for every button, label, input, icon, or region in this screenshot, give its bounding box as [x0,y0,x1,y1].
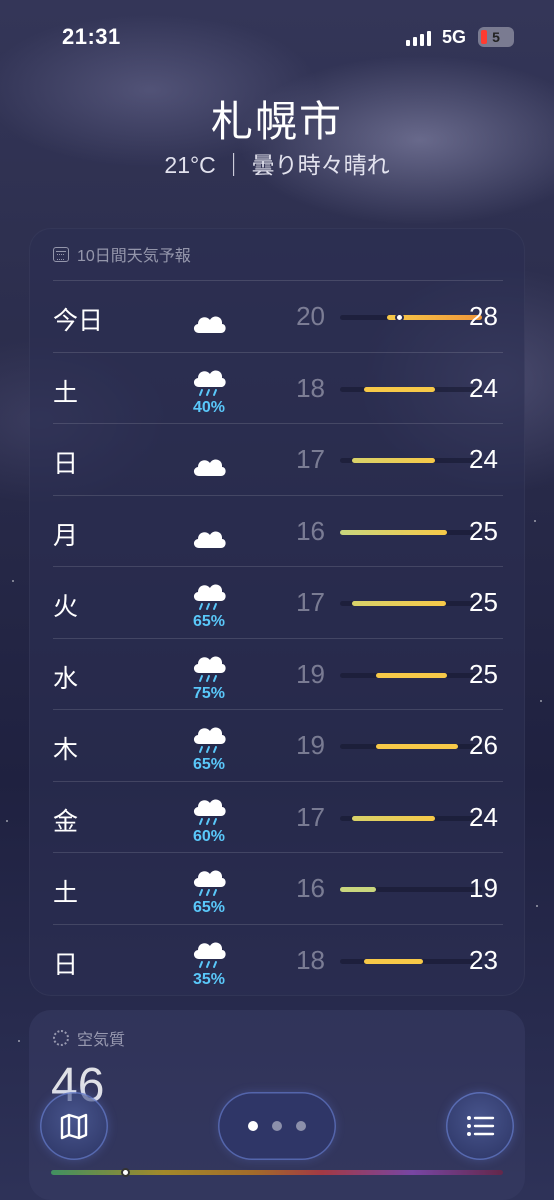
temp-range-track [340,672,482,678]
temp-range-track [340,386,482,392]
temp-range-bar [363,958,423,964]
forecast-row[interactable]: 土 65% 16 19 [53,852,503,924]
air-quality-indicator [121,1168,130,1177]
precip-chance: 35% [192,970,226,988]
battery-icon: 5 [478,27,514,47]
forecast-row[interactable]: 木 65% 19 26 [53,709,503,781]
cellular-signal-icon [406,30,431,46]
temp-range-bar [351,815,435,821]
forecast-day: 土 [53,378,79,407]
precip-chance: 40% [192,398,226,416]
air-quality-header: 空気質 [53,1026,125,1050]
high-temp: 28 [469,301,498,331]
forecast-row[interactable]: 水 75% 19 25 [53,637,503,710]
current-temp-indicator [395,313,405,322]
temp-range-bar [340,887,376,892]
air-quality-icon [53,1030,69,1046]
forecast-row[interactable]: 火 65% 17 25 [53,566,503,638]
forecast-row[interactable]: 金 60% 17 24 [53,780,503,853]
forecast-day: 火 [53,593,79,621]
temp-range-track [340,887,482,892]
location-list-button[interactable] [446,1092,514,1160]
map-button[interactable] [40,1092,108,1160]
calendar-icon [53,246,69,262]
high-temp: 23 [469,944,498,975]
low-temp: 20 [296,301,325,331]
low-temp: 18 [296,372,325,403]
precip-chance: 60% [192,827,226,845]
temp-range-track [340,529,482,535]
temp-range-track [340,458,482,463]
high-temp: 26 [469,730,498,760]
air-quality-scale [51,1170,503,1175]
city-name: 札幌市 [210,98,343,145]
forecast-day: 水 [53,664,79,693]
page-indicator[interactable] [218,1092,336,1160]
forecast-day: 土 [53,879,79,907]
temp-range-bar [351,601,447,606]
map-icon [60,1113,88,1140]
high-temp: 19 [469,873,498,903]
temp-range-track [340,815,482,821]
forecast-day: 月 [53,521,79,550]
ten-day-forecast-card[interactable]: 10日間天気予報 今日 20 28 土 40% 18 24 日 17 24 月 16 25 火 65% 17 2… [29,228,525,996]
precip-chance: 65% [192,756,226,773]
temp-range-bar [375,744,459,749]
cloud-icon [189,518,229,566]
temp-range-track [340,744,482,749]
high-temp: 25 [469,658,498,689]
low-temp: 17 [296,587,325,617]
temp-range-bar [340,529,447,535]
temp-range-track [340,313,482,322]
battery-level: 5 [492,29,500,45]
current-summary: 21°C ｜ 曇り時々晴れ [164,152,390,178]
precip-chance: 75% [192,684,226,702]
forecast-day: 今日 [53,307,104,335]
forecast-day: 日 [53,450,79,478]
cloud-icon [189,446,229,494]
high-temp: 25 [469,515,498,546]
high-temp: 24 [469,801,498,832]
forecast-day: 木 [53,736,79,764]
forecast-row[interactable]: 土 40% 18 24 [53,351,503,424]
temp-range-bar [363,386,435,392]
forecast-row[interactable]: 今日 20 28 [53,280,503,352]
low-temp: 17 [296,801,325,832]
page-dot[interactable] [296,1121,306,1131]
low-temp: 16 [296,873,325,903]
forecast-card-title: 10日間天気予報 [77,248,191,265]
low-temp: 17 [296,444,325,474]
cloud-icon [189,303,229,351]
air-quality-title: 空気質 [77,1032,126,1049]
status-bar: 21:31 5G 5 [0,22,554,54]
high-temp: 24 [469,372,498,403]
high-temp: 24 [469,444,498,474]
high-temp: 25 [469,587,498,617]
forecast-card-header: 10日間天気予報 [53,244,191,265]
low-temp: 16 [296,515,325,546]
temp-range-bar [375,672,447,678]
forecast-row[interactable]: 日 35% 18 23 [53,923,503,996]
list-icon [467,1116,495,1136]
forecast-day: 日 [53,950,79,979]
precip-chance: 65% [192,613,226,630]
page-dot[interactable] [248,1121,258,1131]
low-temp: 18 [296,944,325,975]
network-type: 5G [442,27,467,47]
temp-range-bar [351,458,435,463]
status-time: 21:31 [62,24,121,49]
temp-range-track [340,601,482,606]
forecast-row[interactable]: 日 17 24 [53,423,503,495]
precip-chance: 65% [192,899,226,916]
forecast-row[interactable]: 月 16 25 [53,494,503,567]
forecast-day: 金 [53,807,79,836]
temp-range-track [340,958,482,964]
low-temp: 19 [296,730,325,760]
page-dot[interactable] [272,1121,282,1131]
low-temp: 19 [296,658,325,689]
